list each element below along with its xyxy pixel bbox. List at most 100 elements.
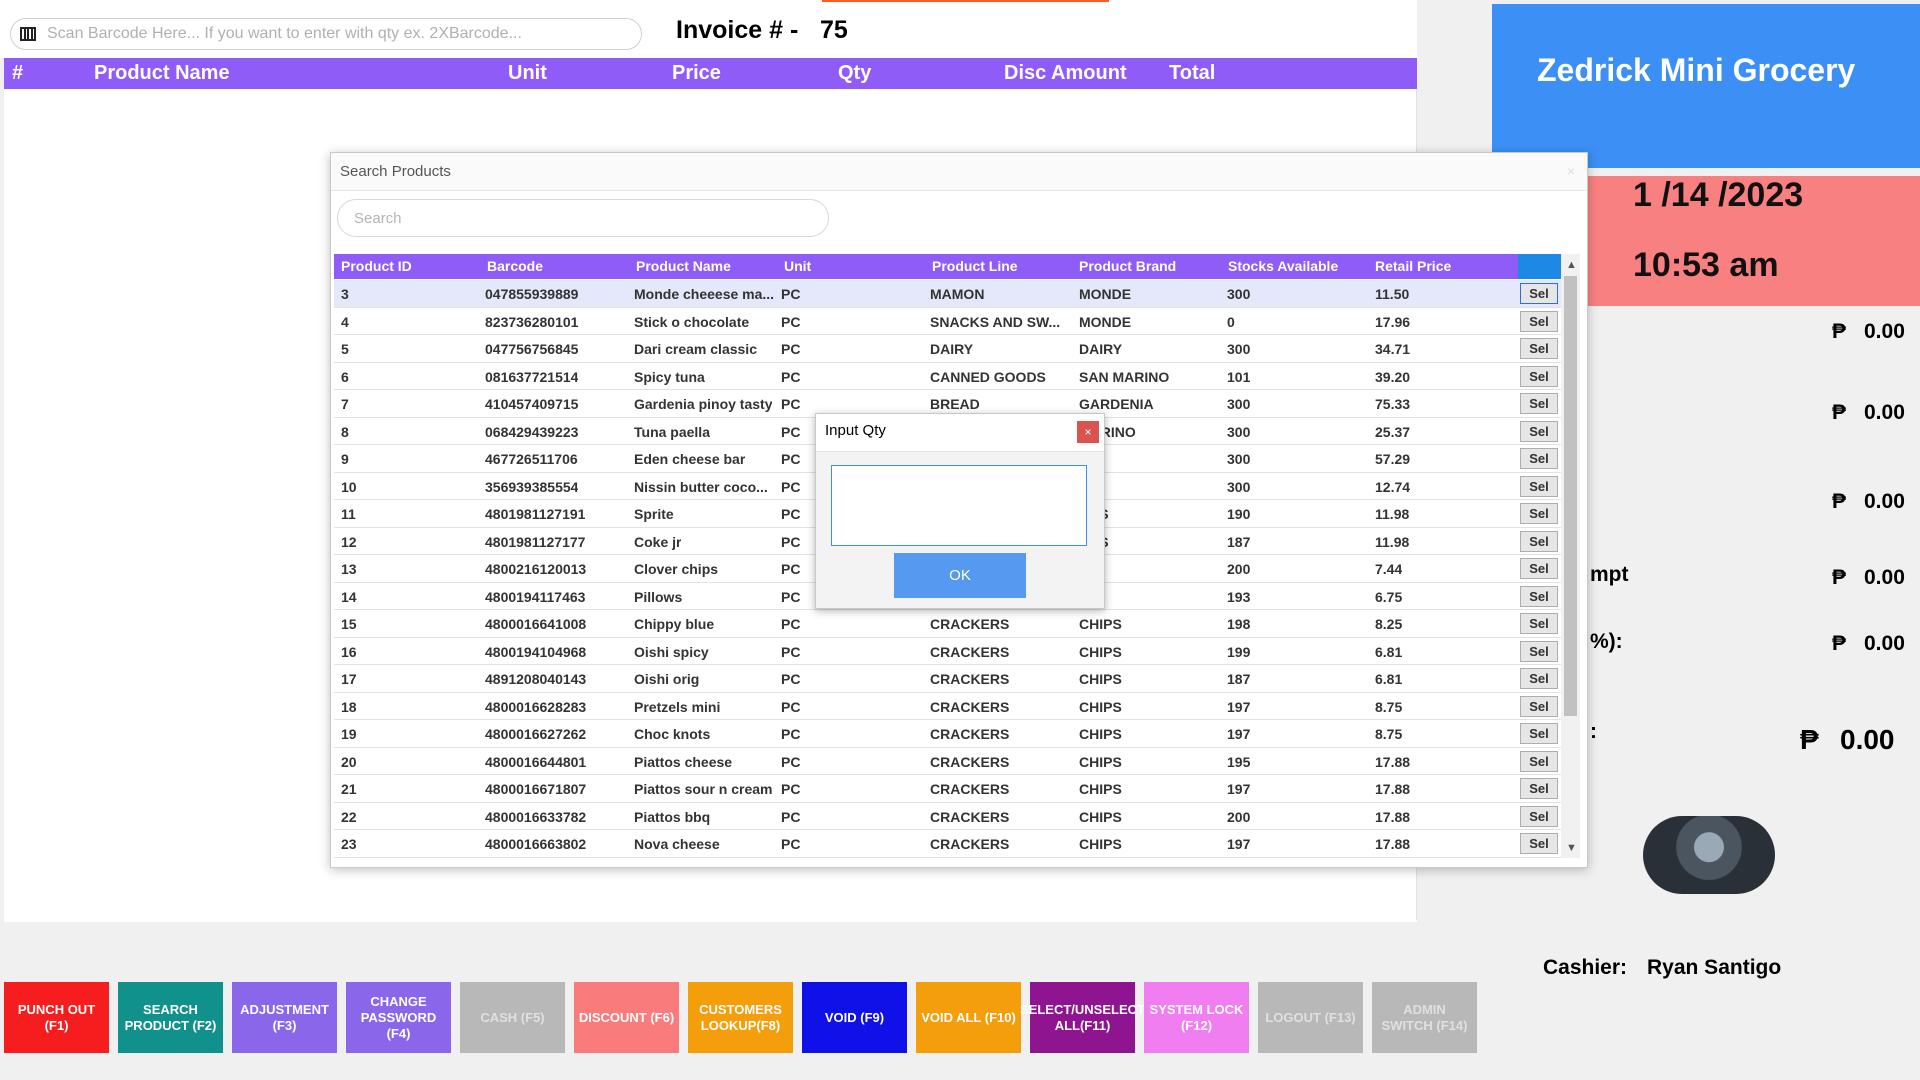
select-product-button[interactable]: Sel: [1520, 750, 1558, 772]
select-product-button[interactable]: Sel: [1520, 805, 1558, 827]
product-row[interactable]: 16 4800194104968 Oishi spicy PC CRACKERS CHIP…: [334, 638, 1561, 665]
select-product-button[interactable]: Sel: [1520, 310, 1558, 332]
select-product-button[interactable]: Sel: [1520, 530, 1558, 552]
cell-barcode: 047855939889: [485, 286, 579, 302]
current-time: 10:53 am: [1633, 246, 1779, 284]
select-product-button[interactable]: Sel: [1520, 365, 1558, 387]
select-product-button[interactable]: Sel: [1520, 393, 1558, 414]
select-product-button[interactable]: Sel: [1520, 695, 1558, 717]
cell-barcode: 4801981127177: [485, 533, 586, 550]
product-row[interactable]: 5 047756756845 Dari cream classic PC DAIRY DA…: [334, 335, 1561, 363]
cell-stock: 197: [1227, 836, 1251, 852]
product-row[interactable]: 22 4800016633782 Piattos bbq PC CRACKERS CHIP…: [334, 803, 1561, 830]
select-product-button[interactable]: Sel: [1520, 723, 1558, 744]
cell-unit: PC: [781, 533, 801, 550]
cell-stock: 197: [1227, 726, 1251, 742]
product-row[interactable]: 3 047855939889 Monde cheeese ma... PC MAMON M…: [334, 280, 1561, 308]
cell-price: 17.88: [1375, 753, 1411, 770]
product-search-field[interactable]: [337, 199, 829, 237]
total-currency: ₱: [1800, 724, 1819, 755]
scroll-down-icon[interactable]: ▼: [1566, 842, 1577, 854]
qty-dialog-close-button[interactable]: ×: [1077, 421, 1099, 443]
select-product-button[interactable]: Sel: [1520, 613, 1558, 634]
select-product-button[interactable]: Sel: [1520, 833, 1558, 854]
cell-barcode: 356939385554: [485, 478, 579, 495]
system-lock-button[interactable]: SYSTEM LOCK (F12): [1144, 982, 1249, 1053]
select-product-button[interactable]: Sel: [1520, 503, 1558, 524]
cell-barcode: 4800016671807: [485, 781, 587, 797]
summary-currency-5: ₱: [1832, 632, 1847, 655]
cell-stock: 187: [1227, 671, 1251, 687]
cell-brand: CHIPS: [1079, 726, 1122, 742]
punch-out-button[interactable]: PUNCH OUT (F1): [4, 982, 109, 1053]
cell-id: 17: [341, 671, 357, 687]
summary-label-6: :: [1590, 720, 1597, 743]
current-date: 1 /14 /2023: [1633, 176, 1804, 214]
cell-line: DAIRY: [930, 341, 974, 357]
barcode-scan-input[interactable]: [45, 24, 629, 44]
cell-price: 8.25: [1375, 616, 1403, 632]
select-product-button[interactable]: Sel: [1520, 448, 1558, 469]
store-name: Zedrick Mini Grocery: [1537, 52, 1856, 88]
select-product-button[interactable]: Sel: [1520, 668, 1558, 689]
cell-id: 6: [341, 368, 349, 385]
cell-unit: PC: [781, 588, 801, 605]
select-product-button[interactable]: Sel: [1520, 420, 1558, 442]
qty-ok-button[interactable]: OK: [894, 553, 1026, 598]
qty-input[interactable]: [831, 465, 1087, 546]
adjustment-button[interactable]: ADJUSTMENT (F3): [232, 982, 337, 1053]
cell-unit: PC: [781, 286, 801, 302]
void-all-button[interactable]: VOID ALL (F10): [916, 982, 1021, 1053]
cell-stock: 101: [1227, 368, 1251, 385]
product-row[interactable]: 21 4800016671807 Piattos sour n cream PC CRA…: [334, 775, 1561, 803]
change-password-button[interactable]: CHANGE PASSWORD (F4): [346, 982, 451, 1053]
search-dialog-close-button[interactable]: ×: [1561, 163, 1581, 183]
cell-unit: PC: [781, 341, 801, 357]
cell-price: 6.81: [1375, 643, 1403, 660]
search-product-button[interactable]: SEARCH PRODUCT (F2): [118, 982, 223, 1053]
product-row[interactable]: 19 4800016627262 Choc knots PC CRACKERS CHIPS…: [334, 720, 1561, 748]
customers-lookup-button[interactable]: CUSTOMERS LOOKUP(F8): [688, 982, 793, 1053]
select-unselect-all-button[interactable]: SELECT/UNSELECT ALL(F11): [1020, 982, 1145, 1053]
cell-name: Clover chips: [634, 561, 719, 577]
admin-switch-button[interactable]: ADMIN SWITCH (F14): [1372, 982, 1477, 1053]
product-search-input[interactable]: [352, 209, 816, 228]
product-row[interactable]: 6 081637721514 Spicy tuna PC CANNED GOODS SAN…: [334, 363, 1561, 390]
cell-id: 9: [341, 451, 349, 467]
cell-brand: SAN MARINO: [1079, 368, 1170, 385]
cell-line: MAMON: [930, 286, 985, 302]
product-row[interactable]: 18 4800016628283 Pretzels mini PC CRACKERS CH…: [334, 693, 1561, 720]
cell-name: Piattos bbq: [634, 808, 711, 825]
scroll-up-icon[interactable]: ▲: [1566, 259, 1577, 271]
discount-button[interactable]: DISCOUNT (F6): [574, 982, 679, 1053]
select-product-button[interactable]: Sel: [1520, 338, 1558, 359]
products-scrollbar-thumb[interactable]: [1564, 276, 1577, 716]
cell-unit: PC: [781, 643, 801, 660]
select-product-button[interactable]: Sel: [1520, 640, 1558, 662]
col-number: #: [12, 62, 24, 84]
cell-id: 11: [341, 506, 356, 522]
cell-id: 10: [341, 478, 357, 495]
select-product-button[interactable]: Sel: [1520, 283, 1558, 304]
logout-button[interactable]: LOGOUT (F13): [1258, 982, 1363, 1053]
cell-line: CRACKERS: [930, 753, 1010, 770]
select-product-button[interactable]: Sel: [1520, 475, 1558, 497]
cell-barcode: 4891208040143: [485, 671, 587, 687]
cell-barcode: 4800016633782: [485, 808, 587, 825]
product-row[interactable]: 20 4800016644801 Piattos cheese PC CRACKERS C…: [334, 748, 1561, 775]
product-row[interactable]: 17 4891208040143 Oishi orig PC CRACKERS CHIPS…: [334, 665, 1561, 693]
select-product-button[interactable]: Sel: [1520, 558, 1558, 579]
summary-currency-4: ₱: [1832, 566, 1847, 589]
product-row[interactable]: 4 823736280101 Stick o chocolate PC SNACKS A…: [334, 308, 1561, 335]
void-button[interactable]: VOID (F9): [802, 982, 907, 1053]
product-row[interactable]: 15 4800016641008 Chippy blue PC CRACKERS CHIP…: [334, 610, 1561, 638]
cell-unit: PC: [781, 561, 801, 577]
select-product-button[interactable]: Sel: [1520, 585, 1558, 607]
select-product-button[interactable]: Sel: [1520, 778, 1558, 799]
cell-barcode: 047756756845: [485, 341, 579, 357]
product-row[interactable]: 23 4800016663802 Nova cheese PC CRACKERS CHIP…: [334, 830, 1561, 858]
barcode-scan-field[interactable]: [10, 18, 642, 50]
cell-unit: PC: [781, 423, 801, 440]
cell-id: 5: [341, 341, 349, 357]
cash-button[interactable]: CASH (F5): [460, 982, 565, 1053]
